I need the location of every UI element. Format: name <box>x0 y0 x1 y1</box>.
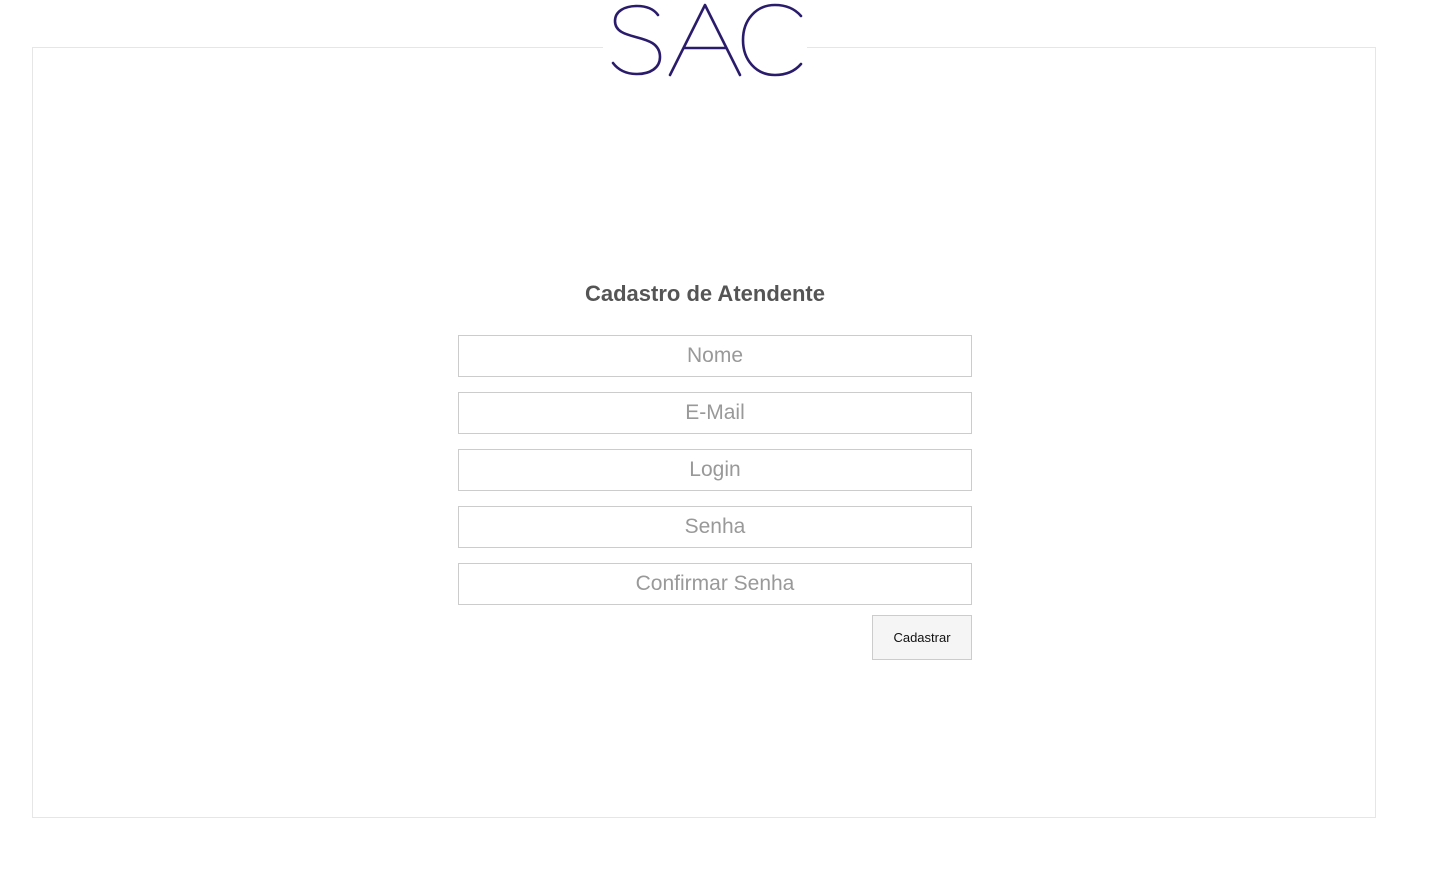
page: Cadastro de Atendente Cadastrar <box>0 0 1429 891</box>
confirm-password-input[interactable] <box>458 563 972 605</box>
name-input[interactable] <box>458 335 972 377</box>
email-input[interactable] <box>458 392 972 434</box>
password-input[interactable] <box>458 506 972 548</box>
login-input[interactable] <box>458 449 972 491</box>
form-title: Cadastro de Atendente <box>584 281 825 306</box>
sac-logo-mark <box>611 3 803 77</box>
sac-logo <box>603 0 807 82</box>
register-button[interactable]: Cadastrar <box>872 615 972 660</box>
